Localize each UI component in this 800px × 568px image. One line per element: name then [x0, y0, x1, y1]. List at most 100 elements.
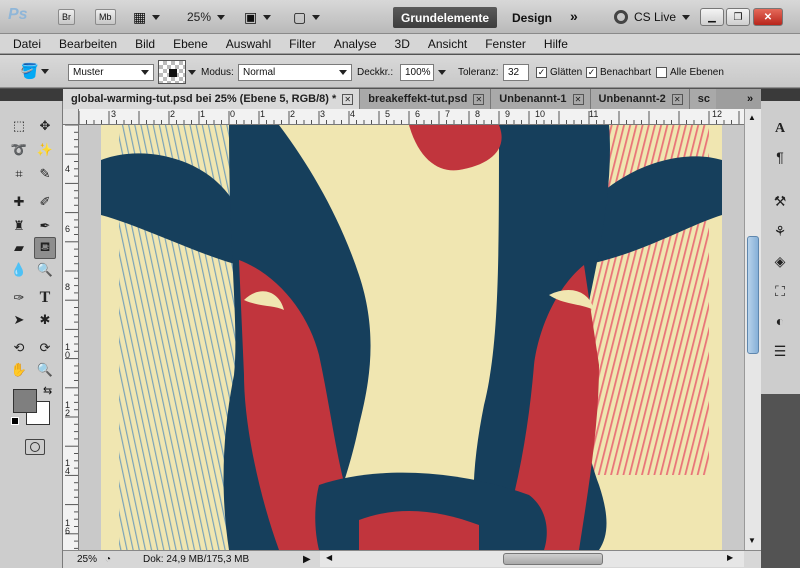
- character-panel-button[interactable]: A: [769, 119, 791, 139]
- opacity-input[interactable]: 100%: [400, 63, 434, 81]
- fill-source-select[interactable]: Muster: [68, 63, 154, 81]
- status-info-icon[interactable]: ◔: [105, 554, 123, 565]
- close-tab-icon[interactable]: ✕: [572, 93, 584, 105]
- menu-auswahl[interactable]: Auswahl: [217, 37, 280, 51]
- paint-bucket-tool[interactable]: ⛾: [34, 237, 56, 259]
- screen-mode-button[interactable]: ▢: [293, 8, 321, 26]
- horizontal-scroll-thumb[interactable]: [503, 553, 603, 565]
- view-extras-button[interactable]: ▦: [133, 8, 161, 26]
- close-tab-icon[interactable]: ✕: [342, 93, 354, 105]
- checkmark-icon: ✓: [586, 66, 597, 78]
- pen-tool[interactable]: ✑: [8, 287, 30, 309]
- zoom-level-dropdown[interactable]: 25%: [187, 8, 226, 26]
- menu-bild[interactable]: Bild: [126, 37, 164, 51]
- ruler-origin[interactable]: [63, 109, 79, 125]
- pattern-swatch[interactable]: [158, 60, 186, 84]
- status-menu-icon[interactable]: ▶: [303, 554, 311, 565]
- history-brush-tool[interactable]: ✒: [34, 215, 56, 237]
- path-selection-tool[interactable]: ➤: [8, 309, 30, 331]
- move-tool[interactable]: ✥: [34, 115, 56, 137]
- contiguous-checkbox[interactable]: ✓ Benachbart: [586, 63, 651, 81]
- menu-analyse[interactable]: Analyse: [325, 37, 386, 51]
- vertical-ruler[interactable]: 4 6 8 1 0 1 2 1 4 1 6: [63, 125, 79, 550]
- horizontal-ruler[interactable]: 3 2 1 0 1 2 3 4 5 6 7 8 9 10 11 12: [79, 109, 744, 125]
- default-colors-icon[interactable]: [11, 417, 19, 425]
- paths-panel-button[interactable]: ⛶: [769, 281, 791, 301]
- menu-ebene[interactable]: Ebene: [164, 37, 217, 51]
- restore-button[interactable]: ❐: [726, 8, 750, 26]
- tab-global-warming[interactable]: global-warming-tut.psd bei 25% (Ebene 5,…: [63, 89, 361, 109]
- 3d-rotate-tool[interactable]: ⟲: [8, 337, 30, 359]
- swap-colors-icon[interactable]: ⇆: [43, 384, 52, 397]
- vertical-scroll-thumb[interactable]: [747, 236, 759, 354]
- panel-dock-header[interactable]: [761, 89, 800, 101]
- eraser-icon: ▰: [14, 240, 24, 255]
- close-button[interactable]: ✕: [753, 8, 783, 26]
- tab-unbenannt-1[interactable]: Unbenannt-1 ✕: [491, 89, 591, 109]
- scroll-right-icon[interactable]: ▶: [727, 553, 733, 562]
- minimize-button[interactable]: ▁: [700, 8, 724, 26]
- lasso-tool[interactable]: ➰: [8, 139, 30, 161]
- type-tool[interactable]: T: [34, 287, 56, 309]
- antialias-checkbox[interactable]: ✓ Glätten: [536, 63, 582, 81]
- scroll-up-icon[interactable]: ▲: [748, 113, 756, 122]
- menu-bearbeiten[interactable]: Bearbeiten: [50, 37, 126, 51]
- ruler-label: 5: [385, 109, 391, 119]
- paragraph-panel-button[interactable]: ¶: [769, 147, 791, 167]
- eraser-tool[interactable]: ▰: [8, 237, 30, 259]
- document-canvas[interactable]: [79, 125, 744, 550]
- ruler-label: 10: [535, 109, 546, 119]
- history-panel-button[interactable]: ☰: [769, 341, 791, 361]
- cs-live-button[interactable]: CS Live: [614, 8, 691, 26]
- ruler-label: 1 2: [65, 400, 71, 418]
- hand-tool[interactable]: ✋: [8, 359, 30, 381]
- workspace-more-button[interactable]: »: [570, 7, 578, 25]
- more-tabs-icon[interactable]: »: [739, 89, 761, 109]
- healing-brush-tool[interactable]: ✚: [8, 191, 30, 213]
- layers-panel-button[interactable]: ◈: [769, 251, 791, 271]
- eyedropper-tool[interactable]: ✎: [34, 163, 56, 185]
- menu-fenster[interactable]: Fenster: [476, 37, 535, 51]
- tab-sc[interactable]: sc: [689, 89, 717, 109]
- tool-preset-picker[interactable]: 🪣: [20, 62, 49, 80]
- horizontal-scrollbar[interactable]: ◀ ▶: [320, 551, 744, 567]
- minibridge-button[interactable]: Mb: [95, 9, 116, 25]
- clone-source-panel-button[interactable]: ⚘: [769, 221, 791, 241]
- menu-filter[interactable]: Filter: [280, 37, 325, 51]
- foreground-color-swatch[interactable]: [13, 389, 37, 413]
- 3d-orbit-tool[interactable]: ⟳: [34, 337, 56, 359]
- mode-select[interactable]: Normal: [238, 63, 352, 81]
- close-tab-icon[interactable]: ✕: [473, 93, 485, 105]
- scroll-left-icon[interactable]: ◀: [326, 553, 332, 562]
- menu-datei[interactable]: Datei: [4, 37, 50, 51]
- tab-unbenannt-2[interactable]: Unbenannt-2 ✕: [590, 89, 690, 109]
- menu-hilfe[interactable]: Hilfe: [535, 37, 577, 51]
- rect-marquee-tool[interactable]: ⬚: [8, 115, 30, 137]
- menu-ansicht[interactable]: Ansicht: [419, 37, 476, 51]
- workspace-design-button[interactable]: Design: [512, 7, 552, 28]
- vertical-scrollbar[interactable]: ▲ ▼: [744, 109, 761, 550]
- bridge-button[interactable]: Br: [58, 9, 75, 25]
- zoom-tool[interactable]: 🔍: [34, 359, 56, 381]
- custom-shape-tool[interactable]: ✱: [34, 309, 56, 331]
- scroll-down-icon[interactable]: ▼: [748, 536, 756, 545]
- blur-tool[interactable]: 💧: [8, 259, 30, 281]
- dodge-tool[interactable]: 🔍: [34, 259, 56, 281]
- toolbox-header[interactable]: [0, 89, 63, 101]
- magic-wand-tool[interactable]: ✨: [34, 139, 56, 161]
- close-tab-icon[interactable]: ✕: [671, 93, 683, 105]
- stamp-icon: ♜: [13, 218, 25, 233]
- menu-3d[interactable]: 3D: [386, 37, 419, 51]
- all-layers-checkbox[interactable]: Alle Ebenen: [656, 63, 724, 81]
- tab-breakeffekt[interactable]: breakeffekt-tut.psd ✕: [360, 89, 492, 109]
- adjustments-panel-button[interactable]: ◐: [769, 311, 791, 331]
- tool-presets-panel-button[interactable]: ⚒: [769, 191, 791, 211]
- tolerance-input[interactable]: 32: [503, 63, 529, 81]
- status-zoom[interactable]: 25%: [63, 554, 105, 565]
- arrange-documents-button[interactable]: ▣: [244, 8, 272, 26]
- brush-tool[interactable]: ✐: [34, 191, 56, 213]
- workspace-grundelemente-button[interactable]: Grundelemente: [393, 7, 497, 28]
- clone-stamp-tool[interactable]: ♜: [8, 215, 30, 237]
- crop-tool[interactable]: ⌗: [8, 163, 30, 185]
- quick-mask-button[interactable]: [25, 439, 45, 455]
